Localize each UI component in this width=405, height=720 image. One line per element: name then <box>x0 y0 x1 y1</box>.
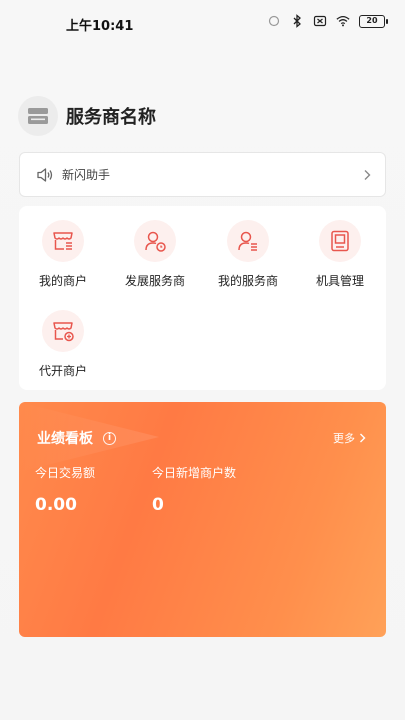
more-label: 更多 <box>333 432 355 445</box>
chevron-right-icon <box>360 433 366 443</box>
pos-terminal-icon <box>331 230 349 252</box>
status-time: 上午10:41 <box>66 19 134 34</box>
stat-label: 今日新增商户数 <box>152 466 237 480</box>
stat-today-new-merchants: 今日新增商户数 0 <box>152 464 236 515</box>
menu-item-my-merchants[interactable]: 我的商户 <box>18 220 108 289</box>
stat-value: 0 <box>152 495 164 515</box>
bluetooth-icon <box>293 14 301 28</box>
wifi-icon <box>336 15 350 27</box>
menu-item-my-providers[interactable]: 我的服务商 <box>203 220 293 289</box>
notice-bar[interactable]: 新闪助手 <box>19 152 386 197</box>
battery-icon: 20 <box>359 14 388 28</box>
speaker-icon <box>37 167 53 182</box>
status-bar: 上午10:41 20 <box>0 0 405 46</box>
info-icon[interactable]: i <box>103 431 116 445</box>
menu-item-label: 发展服务商 <box>124 274 185 288</box>
stat-label: 今日交易额 <box>35 466 96 480</box>
menu-grid: 我的商户 发展服务商 我的服务商 机具管理 代开商户 <box>19 206 386 390</box>
more-link[interactable]: 更多 <box>333 430 366 446</box>
menu-item-device-management[interactable]: 机具管理 <box>295 220 385 289</box>
chevron-right-icon <box>364 169 371 180</box>
menu-item-label: 机具管理 <box>315 274 364 288</box>
stat-today-volume: 今日交易额 0.00 <box>35 464 95 515</box>
store-add-icon <box>53 322 74 342</box>
provider-name: 服务商名称 <box>66 107 156 128</box>
board-title-text: 业绩看板 <box>37 431 93 447</box>
menu-item-label: 我的服务商 <box>217 274 278 288</box>
menu-item-open-merchant[interactable]: 代开商户 <box>18 310 108 379</box>
dnd-icon <box>268 15 280 27</box>
store-avatar-icon <box>28 108 48 124</box>
notice-text: 新闪助手 <box>62 168 111 182</box>
stat-value: 0.00 <box>35 495 77 515</box>
user-add-icon <box>145 231 166 252</box>
board-title: 业绩看板 i <box>37 428 116 448</box>
status-icons: 20 <box>267 14 388 28</box>
menu-item-develop-provider[interactable]: 发展服务商 <box>110 220 200 289</box>
menu-item-label: 我的商户 <box>38 274 87 288</box>
no-sim-icon <box>313 15 327 27</box>
menu-item-label: 代开商户 <box>38 364 87 378</box>
performance-board: 业绩看板 i 更多 今日交易额 0.00 今日新增商户数 0 <box>19 402 386 637</box>
store-list-icon <box>53 232 73 250</box>
provider-header: 服务商名称 <box>18 96 156 136</box>
user-list-icon <box>238 231 257 251</box>
avatar[interactable] <box>18 96 58 136</box>
